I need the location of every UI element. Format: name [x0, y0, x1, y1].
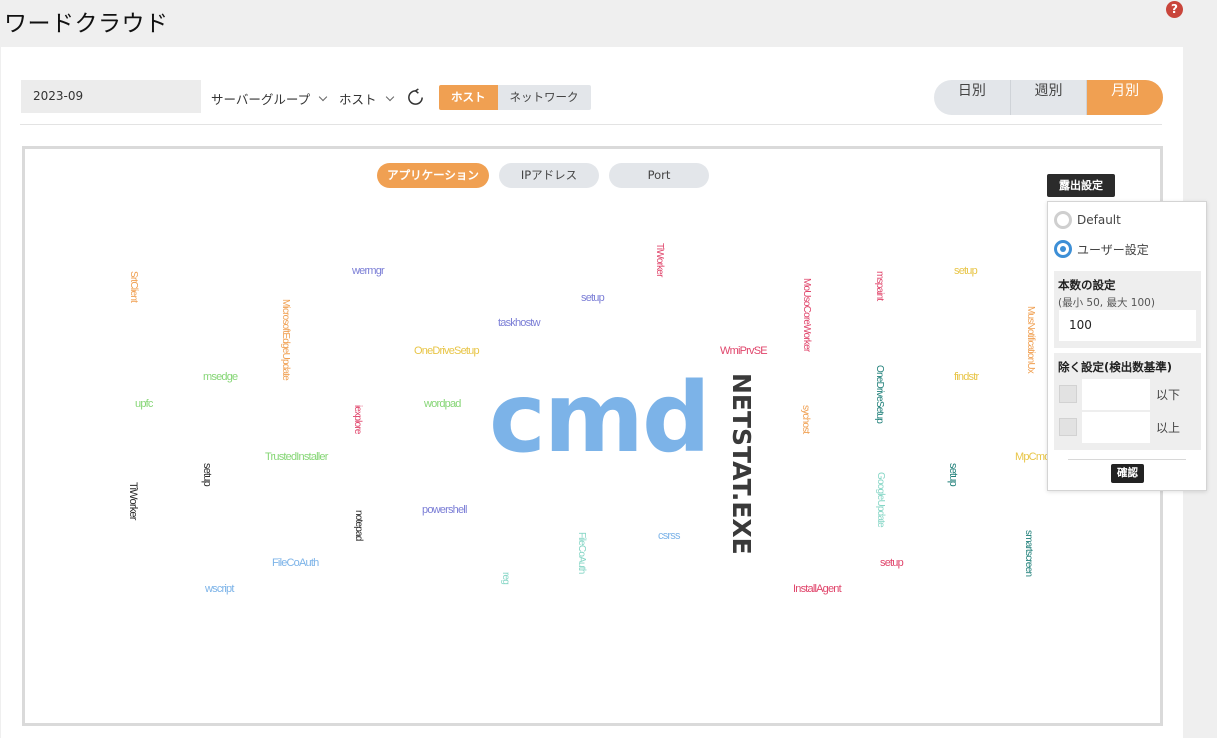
- cloud-word[interactable]: TiWorker: [654, 243, 665, 277]
- above-checkbox[interactable]: [1059, 418, 1077, 436]
- cloud-word[interactable]: reg: [500, 572, 511, 584]
- cloud-word[interactable]: taskhostw: [498, 318, 541, 329]
- cloud-word[interactable]: setup: [581, 293, 605, 304]
- tab-network[interactable]: ネットワーク: [497, 85, 591, 110]
- radio-user-label: ユーザー設定: [1077, 242, 1149, 257]
- exclude-setting-box: 除く設定(検出数基準) 以下 以上: [1054, 353, 1201, 450]
- confirm-button[interactable]: 確認: [1111, 464, 1144, 483]
- cloud-word[interactable]: findstr: [954, 372, 979, 383]
- cloud-word[interactable]: csrss: [658, 531, 680, 542]
- exposure-settings-tab[interactable]: 露出設定: [1047, 174, 1115, 197]
- period-toggle: 日別 週別 月別: [934, 80, 1163, 115]
- cloud-word[interactable]: wermgr: [352, 266, 385, 277]
- cloud-word[interactable]: powershell: [422, 505, 467, 516]
- cloud-word[interactable]: mspaint: [874, 271, 885, 300]
- cloud-word[interactable]: SrtClient: [128, 271, 139, 302]
- cloud-word[interactable]: InstallAgent: [793, 584, 842, 595]
- cloud-word[interactable]: MicrosoftEdgeUpdate: [280, 299, 291, 380]
- cloud-word[interactable]: setup: [947, 463, 959, 486]
- month-picker-input[interactable]: 2023-09: [21, 80, 201, 113]
- toolbar-divider: [20, 124, 1162, 125]
- cloud-word[interactable]: smartscreen: [1023, 530, 1034, 576]
- cloud-word[interactable]: MusNotificationUx: [1025, 306, 1036, 373]
- cloud-word[interactable]: setup: [880, 558, 904, 569]
- cloud-word[interactable]: FileCoAuth: [576, 532, 587, 573]
- server-group-dropdown[interactable]: サーバーグループ: [211, 89, 328, 108]
- chevron-down-icon: [385, 92, 394, 102]
- cloud-word[interactable]: TiWorker: [127, 482, 139, 520]
- cloud-word[interactable]: setup: [954, 266, 978, 277]
- cloud-word[interactable]: cmd: [489, 370, 711, 466]
- exclude-setting-title: 除く設定(検出数基準): [1058, 360, 1173, 374]
- page-title: ワードクラウド: [4, 11, 169, 37]
- cloud-word[interactable]: notepad: [353, 510, 364, 541]
- panel-divider: [1068, 459, 1186, 460]
- above-input[interactable]: [1082, 412, 1150, 443]
- server-group-label: サーバーグループ: [211, 92, 311, 107]
- tab-host[interactable]: ホスト: [439, 85, 498, 110]
- tab-daily[interactable]: 日別: [934, 80, 1011, 115]
- cloud-word[interactable]: NETSTAT.EXE: [727, 373, 756, 555]
- tab-application[interactable]: アプリケーション: [377, 163, 489, 188]
- radio-default-label: Default: [1077, 213, 1121, 227]
- cloud-word[interactable]: upfc: [135, 399, 153, 410]
- cloud-word[interactable]: MpCmd: [1015, 452, 1050, 463]
- cloud-word[interactable]: TrustedInstaller: [265, 452, 328, 463]
- scope-toggle: ホスト ネットワーク: [439, 85, 591, 110]
- cloud-word[interactable]: OneDriveSetup: [414, 346, 480, 357]
- above-label: 以上: [1156, 421, 1181, 435]
- below-label: 以下: [1156, 388, 1181, 402]
- cloud-word[interactable]: setup: [201, 463, 213, 486]
- below-input[interactable]: [1082, 379, 1150, 410]
- host-dropdown-label: ホスト: [339, 92, 377, 107]
- question-circle-icon[interactable]: ?: [1166, 1, 1183, 18]
- cloud-word[interactable]: wordpad: [424, 399, 461, 410]
- count-setting-hint: (最小 50, 最大 100): [1058, 297, 1155, 309]
- count-setting-box: 本数の設定 (最小 50, 最大 100) 100: [1054, 271, 1201, 348]
- cloud-word[interactable]: OneDriveSetup: [874, 365, 885, 423]
- tab-weekly[interactable]: 週別: [1011, 80, 1088, 115]
- below-checkbox[interactable]: [1059, 385, 1077, 403]
- count-setting-title: 本数の設定: [1058, 278, 1116, 292]
- radio-user-option[interactable]: ユーザー設定: [1054, 240, 1149, 258]
- tab-ip-address[interactable]: IPアドレス: [499, 163, 599, 188]
- cloud-word[interactable]: msedge: [203, 372, 238, 383]
- cloud-word[interactable]: wscript: [205, 584, 234, 595]
- cloud-word[interactable]: iexplore: [352, 405, 363, 434]
- radio-user[interactable]: [1054, 240, 1072, 258]
- count-input[interactable]: 100: [1059, 310, 1196, 341]
- cloud-word[interactable]: sychost: [800, 405, 811, 433]
- refresh-icon[interactable]: [406, 88, 425, 107]
- chevron-down-icon: [318, 92, 328, 102]
- tab-monthly[interactable]: 月別: [1087, 80, 1163, 115]
- exposure-settings-panel: Default ユーザー設定 本数の設定 (最小 50, 最大 100) 100…: [1047, 201, 1207, 491]
- cloud-word[interactable]: GoogleUpdate: [875, 472, 886, 527]
- radio-default-option[interactable]: Default: [1054, 211, 1121, 229]
- host-dropdown[interactable]: ホスト: [339, 89, 394, 108]
- tab-port[interactable]: Port: [609, 163, 709, 188]
- radio-default[interactable]: [1054, 211, 1072, 229]
- cloud-word[interactable]: MoUsoCoreWorker: [801, 278, 812, 351]
- cloud-word[interactable]: FileCoAuth: [272, 558, 319, 569]
- cloud-word[interactable]: WmiPrvSE: [720, 346, 768, 357]
